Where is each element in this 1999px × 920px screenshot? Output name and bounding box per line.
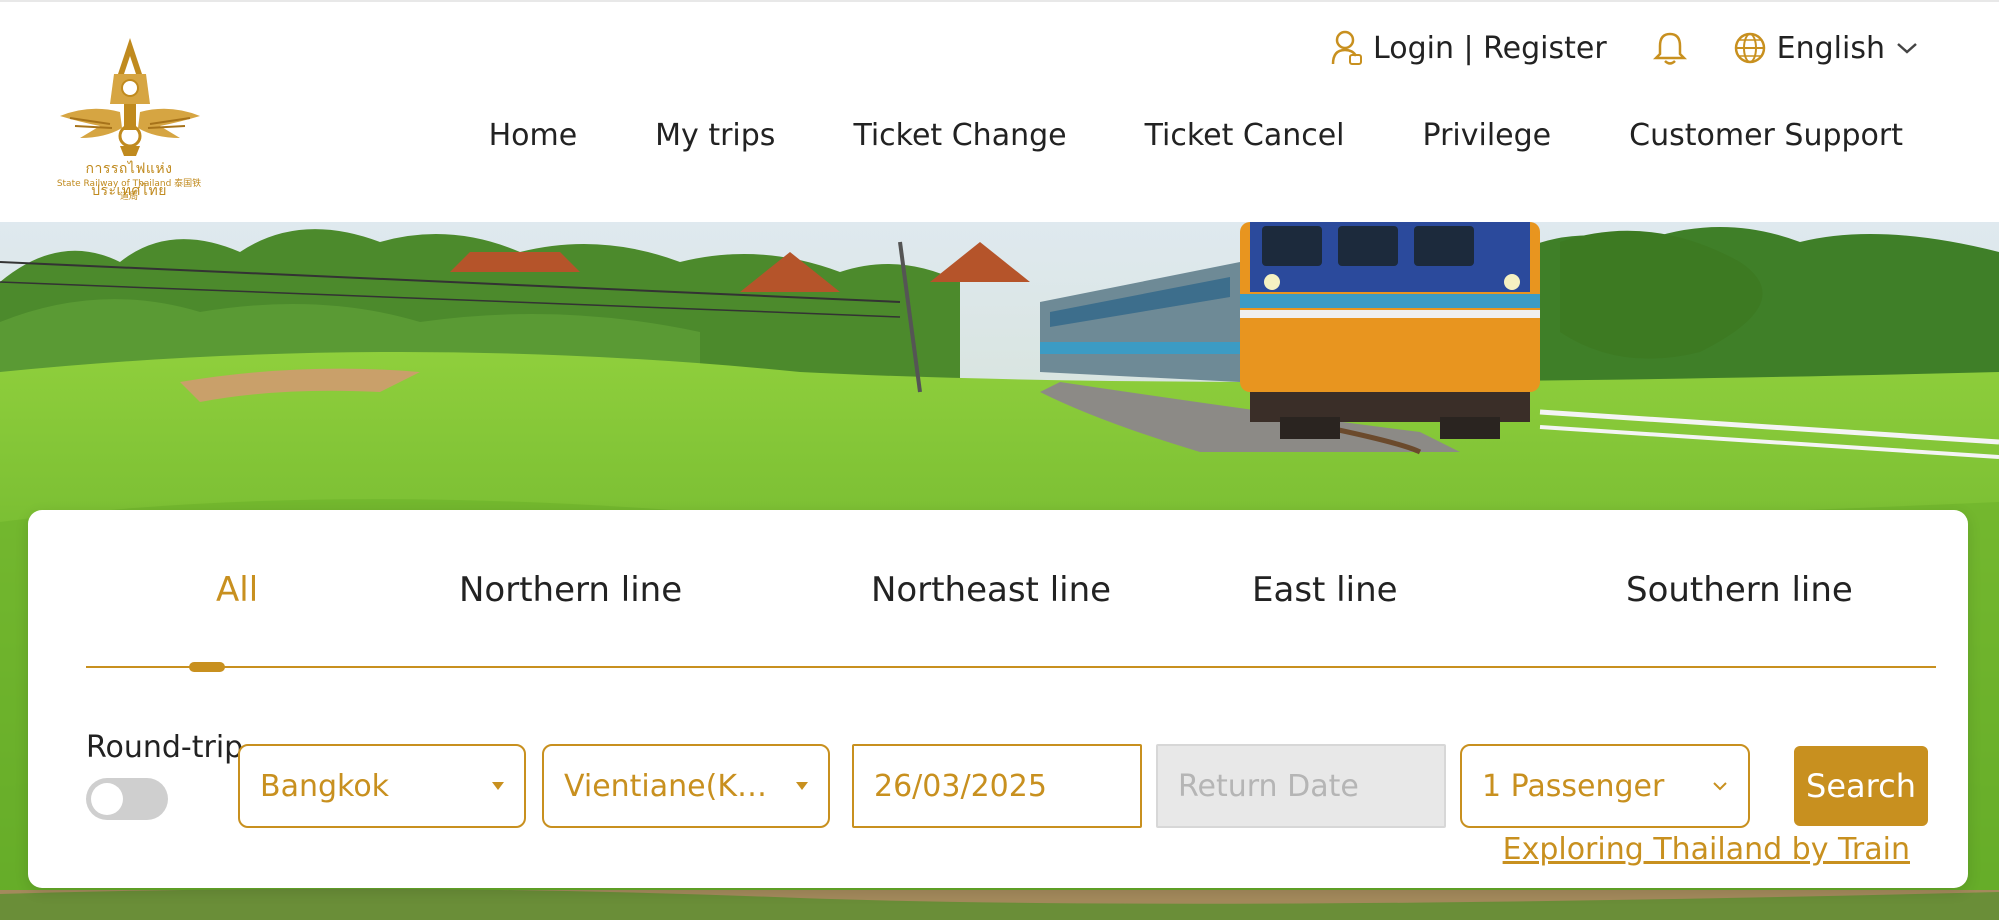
main-nav: Home My trips Ticket Change Ticket Cance… [489,118,1903,153]
tabs-underline [86,666,1936,668]
departure-date-input[interactable]: 26/03/2025 [852,744,1142,828]
destination-value: Vientiane(Kha... [564,768,786,804]
passenger-value: 1 Passenger [1482,768,1665,804]
nav-customer-support[interactable]: Customer Support [1629,118,1903,153]
exploring-thailand-link[interactable]: Exploring Thailand by Train [1503,832,1910,867]
origin-value: Bangkok [260,768,390,804]
origin-select[interactable]: Bangkok [238,744,526,828]
bell-icon [1652,32,1687,65]
top-utility-bar: Login | Register English [1331,26,1919,70]
passenger-select[interactable]: 1 Passenger [1460,744,1750,828]
logo-english-text: State Railway of Thailand 泰国铁道局 [56,179,202,202]
nav-privilege[interactable]: Privilege [1423,118,1552,153]
tab-northeast-line[interactable]: Northeast line [871,570,1111,610]
chevron-down-icon [1897,43,1917,54]
nav-home[interactable]: Home [489,118,578,153]
search-button[interactable]: Search [1794,746,1928,826]
caret-down-icon [492,782,504,790]
return-date-placeholder: Return Date [1178,768,1359,804]
round-trip-toggle[interactable] [86,778,168,820]
language-label: English [1776,30,1885,66]
chevron-down-icon [1713,782,1727,791]
user-icon [1331,30,1363,65]
departure-date-value: 26/03/2025 [874,768,1047,804]
active-tab-indicator [189,662,225,672]
return-date-input[interactable]: Return Date [1156,744,1446,828]
site-header: การรถไฟแห่งประเทศไทย State Railway of Th… [0,0,1999,222]
railway-line-tabs: All Northern line Northeast line East li… [86,570,1936,624]
globe-icon [1734,32,1765,64]
notification-button[interactable] [1652,30,1687,66]
srt-emblem-icon [60,38,200,156]
tab-all[interactable]: All [216,570,258,610]
toggle-knob [91,783,123,815]
nav-ticket-cancel[interactable]: Ticket Cancel [1145,118,1345,153]
search-form: Round-trip Bangkok Vientiane(Kha... 26/0… [86,730,1936,828]
nav-ticket-change[interactable]: Ticket Change [853,118,1066,153]
destination-select[interactable]: Vientiane(Kha... [542,744,830,828]
login-register-label: Login | Register [1373,30,1607,66]
login-register-link[interactable]: Login | Register [1331,30,1607,66]
tab-southern-line[interactable]: Southern line [1626,570,1853,610]
tab-east-line[interactable]: East line [1252,570,1398,610]
caret-down-icon [796,782,808,790]
tab-northern-line[interactable]: Northern line [459,570,682,610]
nav-my-trips[interactable]: My trips [655,118,775,153]
trip-search-card: All Northern line Northeast line East li… [28,510,1968,888]
round-trip-label: Round-trip [86,730,244,765]
language-selector[interactable]: English [1733,31,1919,66]
